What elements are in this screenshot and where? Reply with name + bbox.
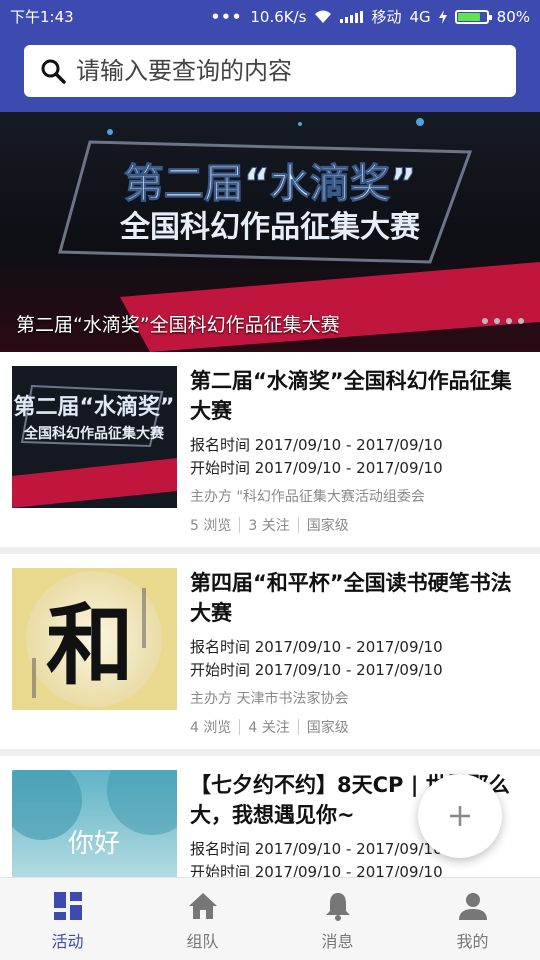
start-time: 开始时间 2017/09/10 - 2017/09/10 [190, 863, 443, 877]
activity-thumbnail: 第二届“水滴奖” 全国科幻作品征集大赛 [12, 366, 177, 508]
activity-thumbnail: 你好 [12, 770, 177, 877]
tab-label: 组队 [186, 932, 219, 951]
signal-icon [340, 10, 364, 23]
view-count: 4 浏览 [190, 720, 232, 736]
status-time: 下午1:43 [10, 8, 74, 26]
calligraphy-char: 和 [46, 593, 134, 697]
home-icon [188, 893, 217, 919]
dashboard-icon [53, 892, 82, 920]
follow-count: 4 关注 [248, 720, 290, 736]
tab-team[interactable]: 组队 [135, 878, 270, 960]
tab-profile[interactable]: 我的 [405, 878, 540, 960]
organizer: 主办方 天津市书法家协会 [190, 691, 349, 707]
activity-card[interactable]: 和 第四届“和平杯”全国读书硬笔书法大赛 报名时间 2017/09/10 - 2… [0, 554, 540, 749]
banner-art-line2: 全国科幻作品征集大赛 [119, 210, 421, 245]
banner-caption: 第二届“水滴奖”全国科幻作品征集大赛 [16, 314, 340, 336]
thumb-hello-text: 你好 [68, 829, 120, 859]
thumb-art-line2: 全国科幻作品征集大赛 [23, 425, 165, 442]
activity-thumbnail: 和 [12, 568, 177, 710]
tab-label: 我的 [456, 932, 489, 951]
activity-level: 国家级 [306, 518, 349, 534]
add-activity-button[interactable] [418, 774, 502, 858]
signup-time: 报名时间 2017/09/10 - 2017/09/10 [190, 840, 443, 858]
signup-time: 报名时间 2017/09/10 - 2017/09/10 [190, 638, 443, 656]
banner-art-line1: 第二届“水滴奖” [124, 161, 417, 207]
tab-messages[interactable]: 消息 [270, 878, 405, 960]
start-time: 开始时间 2017/09/10 - 2017/09/10 [190, 661, 443, 679]
status-right: ••• 10.6K/s 移动 4G 80% [211, 6, 530, 27]
search-bar[interactable] [24, 45, 516, 97]
tab-label: 活动 [51, 932, 84, 951]
activity-title: 第二届“水滴奖”全国科幻作品征集大赛 [190, 369, 512, 423]
activity-card[interactable]: 第二届“水滴奖” 全国科幻作品征集大赛 第二届“水滴奖”全国科幻作品征集大赛 报… [0, 352, 540, 547]
start-time: 开始时间 2017/09/10 - 2017/09/10 [190, 459, 443, 477]
carrier: 移动 [371, 8, 402, 26]
organizer: 主办方 "科幻作品征集大赛活动组委会 [190, 489, 425, 505]
activity-title: 第四届“和平杯”全国读书硬笔书法大赛 [190, 571, 512, 625]
activity-stats: 4 浏览 4 关注 国家级 [190, 717, 349, 737]
view-count: 5 浏览 [190, 518, 232, 534]
tab-label: 消息 [321, 932, 354, 951]
thumb-art-line1: 第二届“水滴奖” [14, 394, 175, 420]
net-speed: 10.6K/s [250, 7, 307, 26]
banner-carousel[interactable]: 第二届“水滴奖” 全国科幻作品征集大赛 第二届“水滴奖”全国科幻作品征集大赛 [0, 112, 540, 352]
bottom-navigation: 活动 组队 消息 我的 [0, 877, 540, 960]
follow-count: 3 关注 [248, 518, 290, 534]
signup-time: 报名时间 2017/09/10 - 2017/09/10 [190, 436, 443, 454]
battery-icon [454, 9, 492, 24]
status-bar: 下午1:43 ••• 10.6K/s 移动 4G 80% [0, 0, 540, 30]
search-input[interactable] [76, 57, 496, 85]
battery-percent: 80% [496, 7, 530, 26]
activity-stats: 5 浏览 3 关注 国家级 [190, 515, 349, 535]
bell-icon [325, 893, 350, 921]
activity-level: 国家级 [306, 720, 349, 736]
plus-icon [450, 806, 470, 826]
person-icon [458, 893, 487, 920]
more-dots-icon: ••• [210, 7, 243, 26]
network-type: 4G [409, 7, 431, 26]
search-icon [41, 59, 66, 84]
wifi-icon [315, 10, 332, 23]
tab-activity[interactable]: 活动 [0, 878, 135, 960]
charging-icon [438, 9, 447, 24]
app-header: 下午1:43 ••• 10.6K/s 移动 4G 80% [0, 0, 540, 112]
carousel-indicator [482, 318, 524, 324]
